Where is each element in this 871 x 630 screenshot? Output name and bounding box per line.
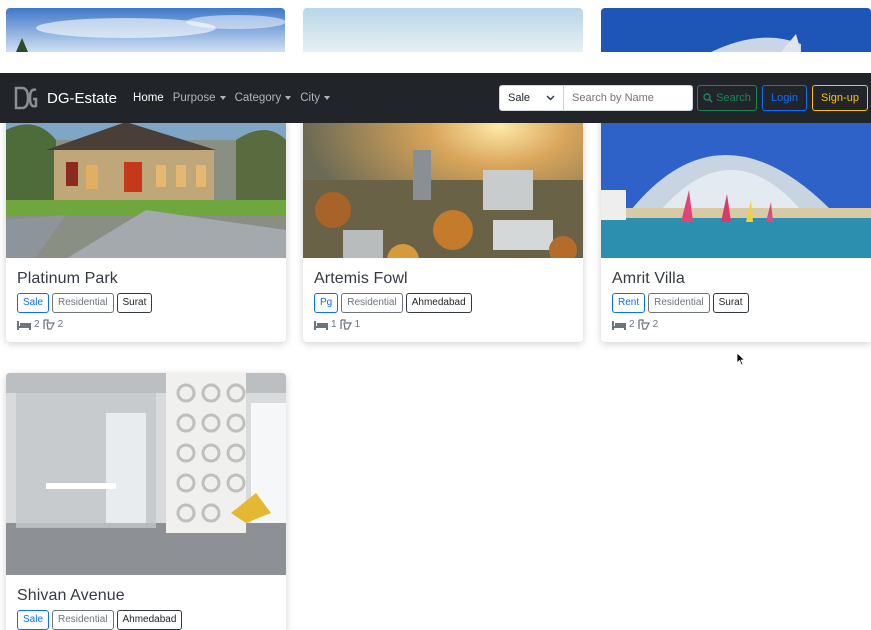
property-name[interactable]: Amrit Villa	[612, 270, 860, 288]
search-group: Sale	[499, 85, 693, 111]
property-card[interactable]: Shivan Avenue Sale Residential Ahmedabad	[6, 373, 286, 630]
nav-category-label: Category	[234, 92, 282, 104]
login-button-label: Login	[771, 92, 798, 104]
bed-count: 1	[331, 319, 337, 330]
bed-count: 2	[629, 319, 635, 330]
navbar: DG-Estate Home Purpose Category City Sal…	[0, 73, 871, 123]
category-badge: Residential	[648, 293, 710, 313]
bath-count: 2	[57, 319, 64, 330]
search-icon	[703, 93, 713, 103]
property-image	[6, 373, 286, 575]
brand-name[interactable]: DG-Estate	[47, 90, 117, 107]
bed-icon	[17, 320, 31, 330]
property-card[interactable]: Artemis Fowl Pg Residential Ahmedabad 1 …	[303, 110, 583, 342]
bath-icon	[339, 319, 352, 330]
property-name[interactable]: Platinum Park	[17, 270, 275, 288]
signup-button-label: Sign-up	[821, 92, 859, 104]
property-image	[303, 110, 583, 258]
nav-purpose-dropdown[interactable]: Purpose	[173, 92, 226, 104]
property-card[interactable]: Platinum Park Sale Residential Surat 2 2	[6, 110, 286, 342]
city-badge: Ahmedabad	[116, 610, 183, 630]
nav-city-label: City	[300, 92, 321, 104]
brand-logo-icon[interactable]	[13, 85, 39, 111]
city-badge: Surat	[712, 293, 749, 313]
property-image	[6, 110, 286, 258]
bed-icon	[612, 320, 626, 330]
property-image	[601, 110, 871, 258]
mouse-cursor-icon	[736, 352, 746, 366]
bed-icon	[314, 320, 328, 330]
property-card[interactable]: Amrit Villa Rent Residential Surat 2 2	[601, 110, 871, 342]
property-name[interactable]: Shivan Avenue	[17, 587, 275, 605]
bath-icon	[637, 319, 650, 330]
category-badge: Residential	[52, 293, 114, 313]
category-badge: Residential	[341, 293, 403, 313]
purpose-badge: Sale	[17, 610, 50, 630]
search-button[interactable]: Search	[697, 85, 757, 111]
caret-down-icon	[219, 96, 226, 100]
purpose-select[interactable]: Sale	[499, 85, 564, 111]
bed-count: 2	[34, 319, 40, 330]
search-button-label: Search	[716, 92, 751, 104]
nav-home[interactable]: Home	[133, 92, 164, 104]
city-badge: Surat	[116, 293, 153, 313]
nav-home-label: Home	[133, 92, 164, 104]
purpose-badge: Rent	[612, 293, 646, 313]
search-input[interactable]	[564, 85, 693, 111]
bath-count: 1	[354, 319, 361, 330]
caret-down-icon	[285, 96, 292, 100]
card-image-strip	[601, 8, 871, 52]
nav-purpose-label: Purpose	[172, 92, 216, 104]
login-button[interactable]: Login	[762, 85, 807, 111]
category-badge: Residential	[52, 610, 114, 630]
purpose-badge: Pg	[314, 293, 339, 313]
purpose-badge: Sale	[17, 293, 50, 313]
bath-count: 2	[652, 319, 659, 330]
signup-button[interactable]: Sign-up	[812, 85, 868, 111]
nav-city-dropdown[interactable]: City	[300, 92, 331, 104]
card-image-strip	[303, 8, 583, 52]
city-badge: Ahmedabad	[405, 293, 472, 313]
caret-down-icon	[324, 96, 331, 100]
purpose-select-value: Sale	[508, 92, 531, 104]
card-image-strip	[6, 8, 285, 52]
nav-category-dropdown[interactable]: Category	[235, 92, 292, 104]
bath-icon	[42, 319, 55, 330]
chevron-down-icon	[546, 95, 555, 101]
property-name[interactable]: Artemis Fowl	[314, 270, 572, 288]
